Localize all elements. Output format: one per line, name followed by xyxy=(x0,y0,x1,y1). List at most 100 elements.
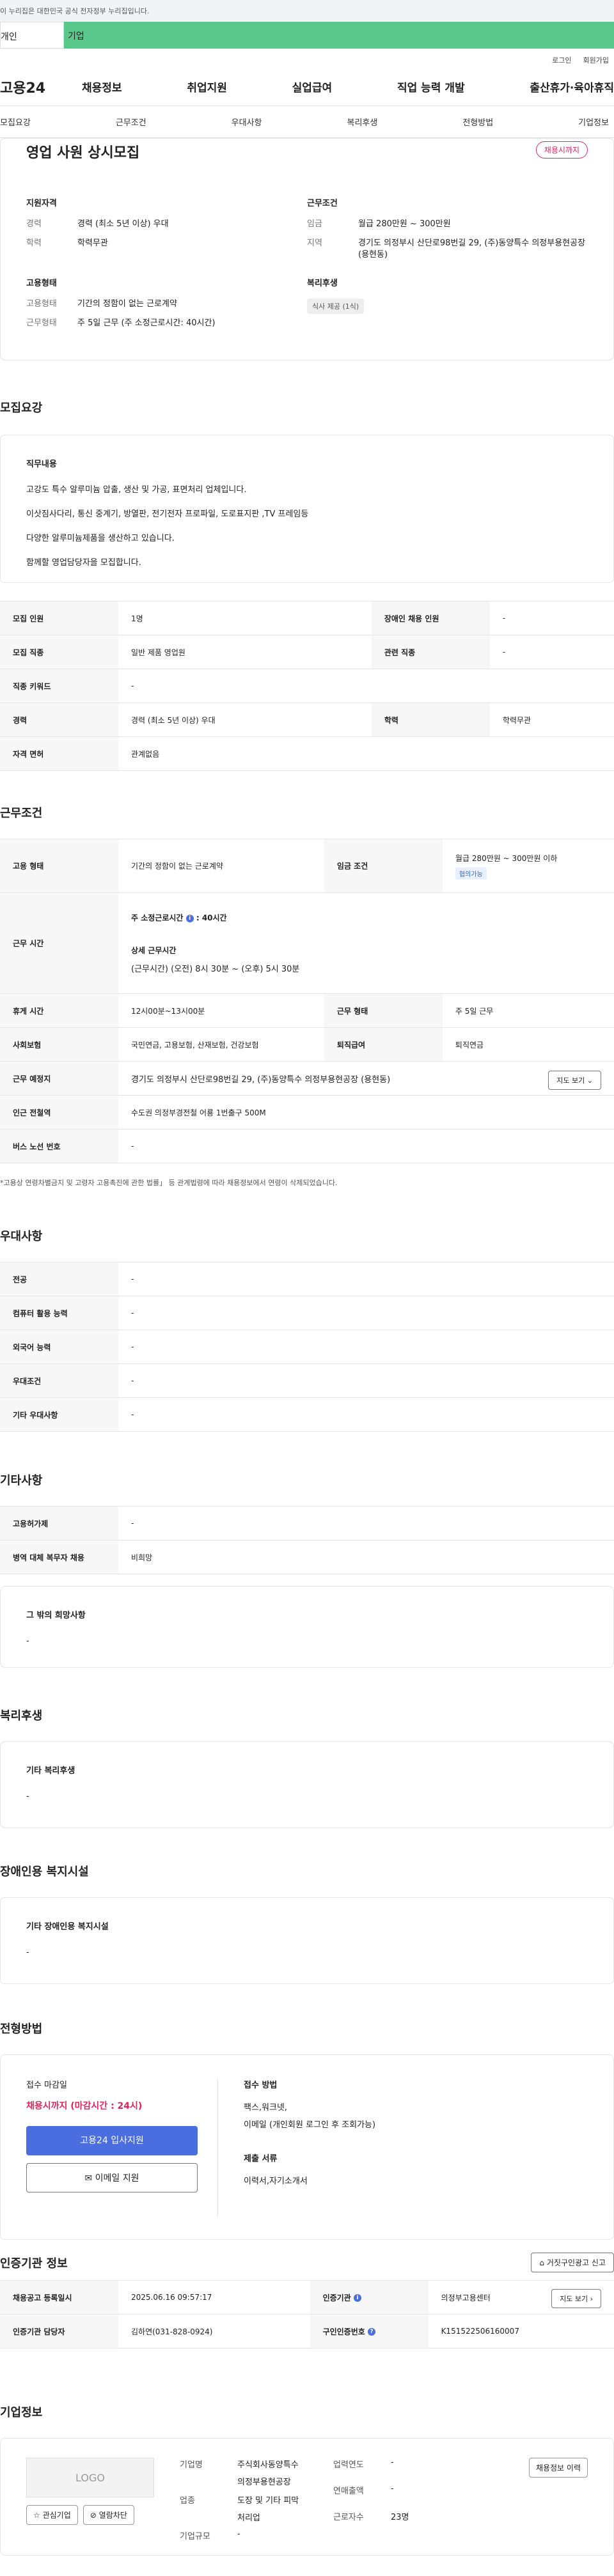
table-header: 직종 키워드 xyxy=(0,669,118,703)
apply-box: 접수 마감일 채용시까지 (마감시간 : 24시) 고용24 입사지원 ✉ 이메… xyxy=(0,2054,614,2240)
conditions-title: 근무조건 xyxy=(0,807,43,820)
work-type-label: 근무형태 xyxy=(26,318,57,328)
tab-selection[interactable]: 전형방법 xyxy=(462,116,493,128)
company-logo: LOGO xyxy=(26,2458,154,2497)
table-header: 전공 xyxy=(0,1262,118,1296)
tab-welfare[interactable]: 복리후생 xyxy=(347,116,377,128)
table-cell: - xyxy=(489,601,614,635)
table-cell: 기간의 정함이 없는 근로계약 xyxy=(118,839,324,893)
favorite-button[interactable]: ☆ 관심기업 xyxy=(26,2505,78,2525)
table-header: 근무 예정지 xyxy=(0,1061,118,1096)
gnb-item-support[interactable]: 취업지원 xyxy=(187,79,227,95)
industry-line: 처리업 xyxy=(237,2513,260,2523)
num-label: 구인인증번호 xyxy=(322,2327,365,2336)
table-row: 병역 대체 복무자 채용 비희망 xyxy=(0,1540,614,1574)
table-cell: 주 소정근로시간 i : 40시간 상세 근무시간 (근무시간) (오전) 8시… xyxy=(118,892,614,994)
table-row: 우대조건 - xyxy=(0,1363,614,1398)
etc-title: 기타사항 xyxy=(0,1474,43,1487)
site-logo[interactable]: 고용24 xyxy=(0,77,82,97)
org-value: 의정부고용센터 xyxy=(441,2293,491,2302)
apply-online-button[interactable]: 고용24 입사지원 xyxy=(26,2126,198,2155)
method-heading: 접수 방법 xyxy=(244,2081,278,2090)
employees-value: 23명 xyxy=(391,2513,409,2522)
education-label: 학력 xyxy=(26,238,42,248)
table-cell: 일반 제품 영업원 xyxy=(118,635,372,669)
info-icon[interactable]: i xyxy=(353,2294,361,2302)
experience-value: 경력 (최소 5년 이상) 우대 xyxy=(77,219,169,229)
org-map-button[interactable]: 지도 보기 › xyxy=(551,2289,601,2308)
auth-title: 인증기관 정보 xyxy=(0,2256,68,2270)
duty-line: 고강도 특수 알루미늄 압출, 생산 및 가공, 표면처리 업체입니다. xyxy=(26,485,247,495)
help-icon[interactable]: ? xyxy=(368,2328,375,2336)
table-row: 인증기관 담당자 김하연(031-828-0924) 구인인증번호 ? K151… xyxy=(0,2314,614,2348)
table-row: 모집 직종 일반 제품 영업원 관련 직종 - xyxy=(0,635,614,669)
tab-company[interactable]: 기업 xyxy=(64,22,614,49)
block-button[interactable]: ⊘ 열람차단 xyxy=(83,2505,134,2525)
company-name-line: 주식회사동양특수 xyxy=(237,2460,299,2470)
table-cell: - xyxy=(118,1262,614,1296)
wage-value: 월급 280만원 ~ 300만원 xyxy=(358,219,451,229)
welfare-section: 복리후생 기타 복리후생 - xyxy=(0,1707,614,1828)
hiring-history-button[interactable]: 채용정보 이력 xyxy=(528,2458,588,2478)
company-logo-area: LOGO ☆ 관심기업 ⊘ 열람차단 xyxy=(26,2458,167,2536)
tab-personal[interactable]: 개인 xyxy=(0,22,64,49)
table-header: 퇴직급여 xyxy=(324,1027,443,1062)
table-cell: 주 5일 근무 xyxy=(442,993,614,1028)
employees-label: 근로자수 xyxy=(333,2513,364,2522)
preferences-table: 전공 - 컴퓨터 활용 능력 - 외국어 능력 - 우대조건 - 기타 우대사항 - xyxy=(0,1262,614,1432)
company-section: 기업정보 LOGO ☆ 관심기업 ⊘ 열람차단 기업명 주식회사동양특수 의정부용현… xyxy=(0,2403,614,2556)
company-info-col1: 기업명 주식회사동양특수 의정부용현공장 업종 도장 및 기타 피막 처리업 기업규모 - xyxy=(180,2458,333,2541)
table-header: 경력 xyxy=(0,702,118,737)
table-header: 모집 직종 xyxy=(0,635,118,669)
table-cell: 1명 xyxy=(118,601,372,635)
tab-company-info[interactable]: 기업정보 xyxy=(578,116,609,128)
signup-link[interactable]: 회원가입 xyxy=(583,55,609,68)
map-button-label: 지도 보기 xyxy=(556,1076,585,1085)
table-cell: 김하연(031-828-0924) xyxy=(118,2314,310,2348)
gov-banner: 이 누리집은 대한민국 공식 전자정부 누리집입니다. xyxy=(0,0,614,22)
tab-preferences[interactable]: 우대사항 xyxy=(232,116,262,128)
login-link[interactable]: 로그인 xyxy=(552,55,571,68)
table-cell: 수도권 의정부경전철 어룡 1번출구 500M xyxy=(118,1095,614,1129)
gnb-item-jobs[interactable]: 채용정보 xyxy=(82,79,122,95)
apply-right: 접수 방법 팩스,워크넷, 이메일 (개인회원 로그인 후 조회가능) 제출 서… xyxy=(218,2078,375,2216)
table-row: 모집 인원 1명 장애인 채용 인원 - xyxy=(0,601,614,635)
tab-recruit[interactable]: 모집요강 xyxy=(0,116,31,128)
company-name-label: 기업명 xyxy=(180,2460,203,2470)
chevron-down-icon: ⌄ xyxy=(586,1076,593,1085)
duty-line: 이삿짐사다리, 통신 중계기, 방열판, 전기전자 프로파일, 도로표지판 ,T… xyxy=(26,509,309,519)
tab-conditions[interactable]: 근무조건 xyxy=(116,116,146,128)
docs-value: 이력서,자기소개서 xyxy=(244,2176,308,2186)
qualification-column: 지원자격 경력 경력 (최소 5년 이상) 우대 학력 학력무관 고용형태 고용형태… xyxy=(26,196,307,337)
weekly-hours-label: 주 소정근로시간 xyxy=(131,913,184,922)
detail-hours-value: (근무시간) (오전) 8시 30분 ~ (오후) 5시 30분 xyxy=(131,965,300,974)
experience-label: 경력 xyxy=(26,219,42,229)
table-cell: 퇴직연금 xyxy=(442,1027,614,1062)
table-row: 휴게 시간 12시00분~13시00분 근무 형태 주 5일 근무 xyxy=(0,993,614,1028)
location-label: 지역 xyxy=(307,238,322,248)
recruit-title: 모집요강 xyxy=(0,401,43,415)
member-type-tabs: 개인 기업 xyxy=(0,22,614,49)
recruit-section: 모집요강 직무내용 고강도 특수 알루미늄 압출, 생산 및 가공, 표면처리 … xyxy=(0,399,614,771)
table-header: 고용허가제 xyxy=(0,1506,118,1540)
report-button[interactable]: ⌂ 거짓구인광고 신고 xyxy=(531,2253,614,2272)
report-button-label: 거짓구인광고 신고 xyxy=(546,2258,606,2267)
deadline-heading: 접수 마감일 xyxy=(26,2081,67,2090)
company-name-line: 의정부용현공장 xyxy=(237,2478,291,2487)
table-header: 병역 대체 복무자 채용 xyxy=(0,1540,118,1574)
gnb-item-benefits[interactable]: 실업급여 xyxy=(292,79,333,95)
table-header: 사회보험 xyxy=(0,1027,118,1062)
deadline-value: 채용시까지 (마감시간 : 24시) xyxy=(26,2101,143,2111)
email-apply-button[interactable]: ✉ 이메일 지원 xyxy=(26,2163,198,2192)
gnb-item-leave[interactable]: 출산휴가·육아휴직 xyxy=(530,79,614,95)
wage-cell-value: 월급 280만원 ~ 300만원 이하 xyxy=(455,853,558,863)
gnb-item-training[interactable]: 직업 능력 개발 xyxy=(397,79,465,95)
table-row: 기타 우대사항 - xyxy=(0,1397,614,1432)
tab-personal-label: 개인 xyxy=(1,32,17,42)
info-icon[interactable]: i xyxy=(185,914,194,922)
map-button[interactable]: 지도 보기 ⌄ xyxy=(548,1071,601,1090)
table-header: 자격 면허 xyxy=(0,736,118,771)
table-header: 컴퓨터 활용 능력 xyxy=(0,1296,118,1330)
table-row: 근무 예정지 경기도 의정부시 산단로98번길 29, (주)동양특수 의정부용… xyxy=(0,1061,614,1096)
table-header: 임금 조건 xyxy=(324,839,443,893)
